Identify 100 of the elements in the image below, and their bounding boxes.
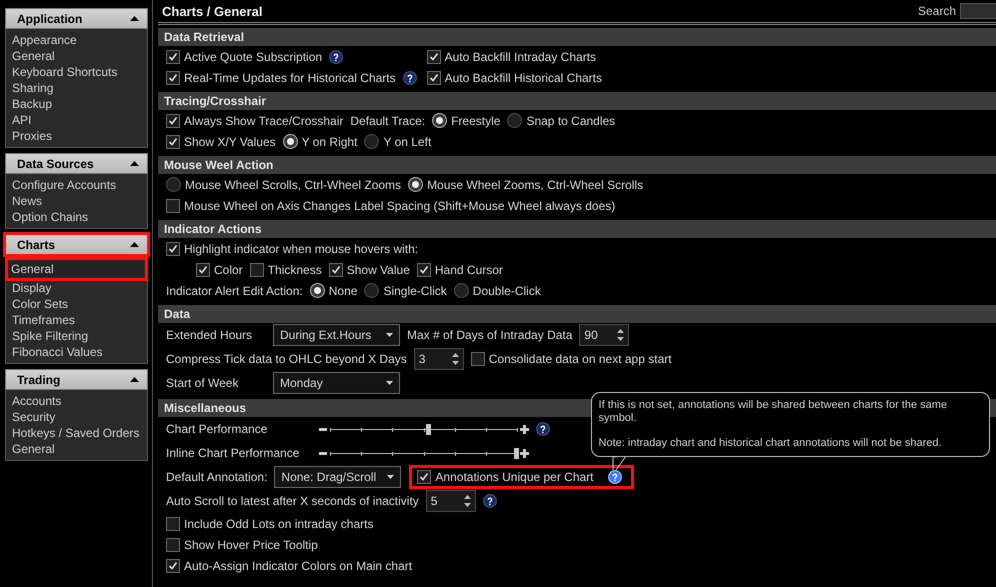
checkbox[interactable]: Hand Cursor bbox=[416, 262, 503, 276]
group-header[interactable]: Application bbox=[5, 8, 148, 29]
sidebar-item[interactable]: API bbox=[10, 112, 143, 128]
help-icon[interactable] bbox=[536, 422, 550, 436]
checkbox[interactable]: Annotations Unique per Chart bbox=[417, 470, 594, 484]
checkbox[interactable]: Show Hover Price Tooltip bbox=[166, 538, 318, 552]
sidebar-item[interactable]: Security bbox=[10, 409, 143, 425]
sidebar-item[interactable]: General bbox=[9, 261, 144, 277]
checkmark-icon bbox=[198, 264, 208, 274]
checkmark-icon bbox=[428, 52, 439, 62]
sidebar-item[interactable]: General bbox=[10, 441, 143, 457]
checkmark-icon bbox=[168, 136, 178, 146]
sidebar-item[interactable]: Spike Filtering bbox=[10, 328, 143, 344]
spinner-field[interactable]: 90 bbox=[579, 324, 630, 346]
field-label: Inline Chart Performance bbox=[166, 446, 300, 460]
radio-button[interactable]: Double-Click bbox=[454, 283, 541, 298]
help-icon[interactable] bbox=[402, 70, 417, 84]
slider-track[interactable] bbox=[330, 424, 517, 434]
dropdown[interactable]: During Ext.Hours bbox=[273, 324, 400, 346]
field-label: Chart Performance bbox=[166, 422, 268, 436]
spinner-field[interactable]: 3 bbox=[414, 348, 464, 370]
checkbox[interactable]: Real-Time Updates for Historical Charts bbox=[166, 70, 396, 84]
sidebar-item[interactable]: News bbox=[10, 193, 143, 209]
checkbox[interactable]: Active Quote Subscription bbox=[166, 50, 322, 64]
sidebar-item[interactable]: Appearance bbox=[10, 32, 143, 48]
field-label: Auto Scroll to latest after X seconds of inactivity bbox=[166, 494, 419, 508]
checkmark-icon bbox=[168, 244, 178, 254]
sidebar-item[interactable]: Hotkeys / Saved Orders bbox=[10, 425, 143, 441]
checkbox[interactable]: Show Value bbox=[328, 262, 410, 276]
section-header: Mouse Weel Action bbox=[158, 156, 996, 174]
dropdown[interactable]: None: Drag/Scroll bbox=[274, 466, 402, 488]
sidebar-item[interactable]: Accounts bbox=[10, 393, 143, 409]
checkbox[interactable]: Show X/Y Values bbox=[166, 134, 276, 148]
radio-button[interactable]: Y on Right bbox=[282, 134, 358, 149]
search-field[interactable] bbox=[960, 3, 996, 19]
radio-button[interactable]: Snap to Candles bbox=[507, 113, 616, 128]
checkbox[interactable]: Include Odd Lots on intraday charts bbox=[166, 516, 374, 530]
plus-icon[interactable] bbox=[520, 448, 529, 458]
checkbox[interactable]: Auto Backfill Intraday Charts bbox=[426, 50, 596, 64]
checkbox[interactable]: Mouse Wheel on Axis Changes Label Spacing (Shift+Mouse Wheel always does) bbox=[166, 198, 616, 212]
checkmark-icon bbox=[168, 560, 178, 570]
field-label: Extended Hours bbox=[166, 328, 254, 342]
minus-icon[interactable] bbox=[319, 452, 327, 454]
sidebar-item[interactable]: Proxies bbox=[10, 128, 143, 144]
minus-icon[interactable] bbox=[319, 428, 327, 430]
help-icon[interactable] bbox=[482, 494, 497, 508]
group-header[interactable]: Trading bbox=[5, 369, 148, 390]
page-title: Charts / General bbox=[162, 4, 262, 18]
checkmark-icon bbox=[168, 52, 178, 62]
checkbox[interactable]: Thickness bbox=[250, 262, 322, 276]
section-header: Tracing/Crosshair bbox=[158, 92, 996, 110]
sidebar-item[interactable]: Color Sets bbox=[10, 296, 143, 312]
checkmark-icon bbox=[428, 72, 439, 82]
caret-icon bbox=[387, 475, 394, 479]
checkbox[interactable]: Highlight indicator when mouse hovers with: bbox=[166, 242, 418, 256]
radio-button[interactable]: Mouse Wheel Scrolls, Ctrl-Wheel Zooms bbox=[166, 177, 402, 192]
caret-icon bbox=[130, 161, 139, 166]
field-label: Default Annotation: bbox=[166, 470, 268, 484]
checkmark-icon bbox=[330, 264, 341, 274]
checkbox[interactable]: Consolidate data on next app start bbox=[470, 352, 672, 366]
field-label: Indicator Alert Edit Action: bbox=[166, 284, 303, 298]
group-header[interactable]: Data Sources bbox=[5, 153, 148, 174]
dropdown[interactable]: Monday bbox=[273, 372, 400, 394]
sidebar-item[interactable]: General bbox=[10, 48, 143, 64]
spinner-field[interactable]: 5 bbox=[426, 490, 476, 512]
help-icon[interactable] bbox=[329, 50, 344, 64]
caret-icon bbox=[130, 16, 139, 21]
sidebar-item[interactable]: Display bbox=[10, 280, 143, 296]
caret-icon bbox=[386, 333, 393, 337]
group-header[interactable]: Charts bbox=[5, 234, 148, 255]
caret-icon bbox=[130, 377, 139, 382]
checkmark-icon bbox=[168, 72, 178, 82]
radio-button[interactable]: Y on Left bbox=[364, 134, 432, 149]
checkmark-icon bbox=[418, 264, 429, 274]
field-label: Compress Tick data to OHLC beyond X Days bbox=[166, 352, 407, 366]
sidebar-item[interactable]: Backup bbox=[10, 96, 143, 112]
checkbox[interactable]: Color bbox=[196, 262, 243, 276]
sidebar-item[interactable]: Configure Accounts bbox=[10, 177, 143, 193]
section-header: Indicator Actions bbox=[158, 220, 996, 238]
slider-thumb[interactable] bbox=[514, 448, 519, 458]
spin-arrows-icon[interactable] bbox=[464, 494, 471, 508]
radio-button[interactable]: Mouse Wheel Zooms, Ctrl-Wheel Scrolls bbox=[408, 177, 644, 192]
sidebar-item[interactable]: Timeframes bbox=[10, 312, 143, 328]
radio-button[interactable]: Freestyle bbox=[432, 113, 500, 128]
section-header: Data Retrieval bbox=[158, 28, 996, 46]
plus-icon[interactable] bbox=[520, 424, 529, 434]
radio-button[interactable]: Single-Click bbox=[364, 283, 447, 298]
sidebar-item[interactable]: Fibonacci Values bbox=[10, 344, 143, 360]
sidebar-item[interactable]: Keyboard Shortcuts bbox=[10, 64, 143, 80]
checkbox[interactable]: Auto Backfill Historical Charts bbox=[426, 70, 602, 84]
checkbox[interactable]: Always Show Trace/Crosshair bbox=[166, 114, 344, 128]
spin-arrows-icon[interactable] bbox=[452, 352, 459, 366]
slider-thumb[interactable] bbox=[426, 424, 432, 434]
sidebar-item[interactable]: Option Chains bbox=[10, 209, 143, 225]
radio-button[interactable]: None bbox=[310, 283, 358, 298]
checkbox[interactable]: Auto-Assign Indicator Colors on Main chart bbox=[166, 558, 412, 572]
sidebar-item[interactable]: Sharing bbox=[10, 80, 143, 96]
spin-arrows-icon[interactable] bbox=[617, 328, 624, 342]
checkmark-icon bbox=[168, 116, 178, 126]
slider-track[interactable] bbox=[330, 448, 517, 458]
